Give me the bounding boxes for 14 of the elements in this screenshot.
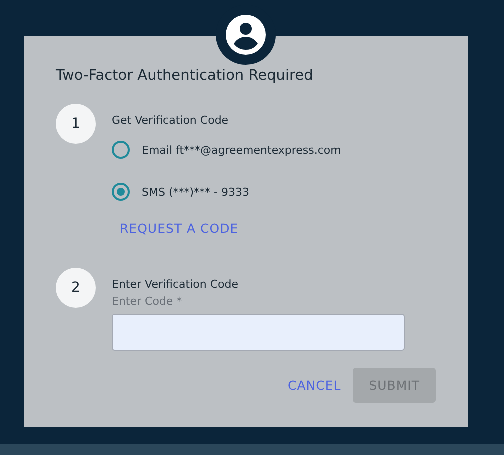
radio-button[interactable]: [112, 141, 130, 159]
step-number: 2: [56, 268, 96, 308]
step-label: Enter Verification Code: [112, 278, 240, 291]
cancel-button[interactable]: CANCEL: [284, 368, 346, 403]
step-label: Get Verification Code: [112, 114, 230, 127]
field-label: Enter Code *: [112, 295, 184, 308]
dialog-title: Two-Factor Authentication Required: [56, 68, 314, 84]
option-label[interactable]: SMS (***)*** - 9333: [142, 186, 250, 198]
radio-button[interactable]: [112, 183, 130, 201]
request-code-link[interactable]: REQUEST A CODE: [120, 221, 239, 236]
code-input[interactable]: [112, 314, 405, 351]
step-number: 1: [56, 104, 96, 144]
user-icon: [226, 15, 266, 55]
option-label[interactable]: Email ft***@agreementexpress.com: [142, 144, 342, 156]
